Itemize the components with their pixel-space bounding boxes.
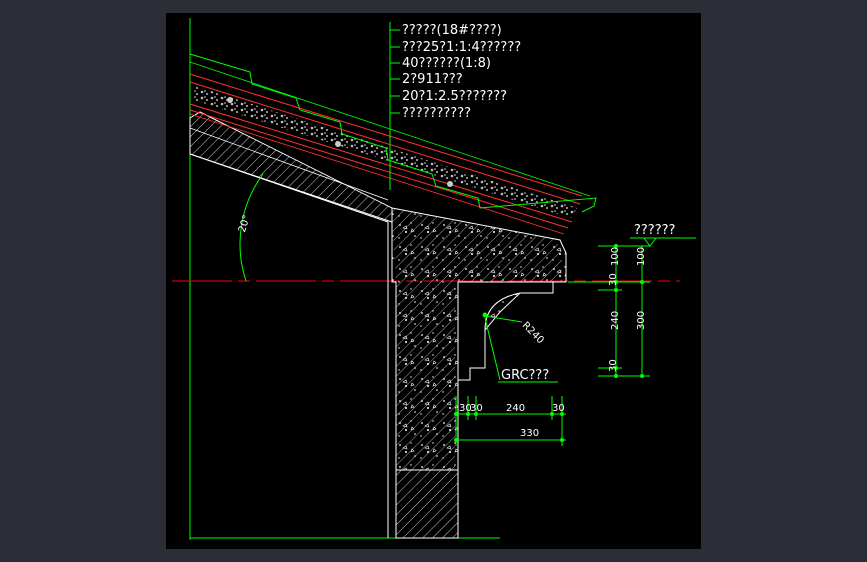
dim-v-30-b: 30 — [608, 359, 619, 372]
grc-leader — [484, 317, 501, 381]
dim-v-300: 300 — [636, 311, 647, 330]
angle-label: 20° — [237, 214, 253, 234]
level-marker-label: ?????? — [634, 223, 675, 238]
dim-h-30-c: 30 — [552, 403, 565, 414]
dim-v-240: 240 — [610, 311, 621, 330]
dim-h-30-b: 30 — [470, 403, 483, 414]
roof-layer-callout-4: 2?911??? — [402, 72, 463, 87]
roof-layer-callout-6: ?????????? — [402, 106, 471, 121]
roof-layer-callout-1: ?????(18#????) — [402, 23, 502, 38]
roof-layer-callout-3: 40??????(1:8) — [402, 56, 491, 71]
section-drawing: 20° ?????(18#????) ???25?1:1:4?????? 40?… — [172, 18, 696, 540]
horizontal-dim-ticks — [454, 412, 564, 442]
wall-lower-block — [395, 469, 459, 539]
dim-v-30-a: 30 — [608, 273, 619, 286]
roof-layer-callouts: ?????(18#????) ???25?1:1:4?????? 40?????… — [402, 23, 521, 121]
radius-center-marker — [482, 312, 488, 318]
roof-layer-callout-2: ???25?1:1:4?????? — [402, 40, 521, 55]
roof-layer-callout-5: 20?1:2.5??????? — [402, 89, 507, 104]
dim-v-100-a: 100 — [610, 247, 621, 266]
grc-label: GRC??? — [501, 368, 549, 383]
dim-h-330: 330 — [520, 428, 539, 439]
roof-layer-line-1 — [189, 73, 583, 197]
callout-ticks — [390, 29, 400, 114]
roof-tiles — [189, 53, 597, 213]
cad-viewport[interactable]: 20° ?????(18#????) ???25?1:1:4?????? 40?… — [166, 13, 701, 549]
dim-h-240: 240 — [506, 403, 525, 414]
dim-v-100-b: 100 — [636, 247, 647, 266]
level-marker-triangle — [643, 237, 657, 247]
radius-label: R240 — [520, 320, 546, 346]
